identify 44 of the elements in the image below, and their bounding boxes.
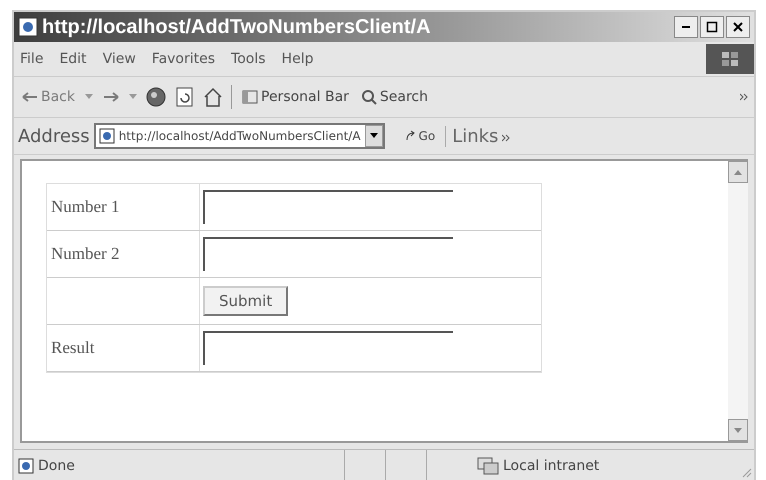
window-title: http://localhost/AddTwoNumbersClient/A <box>42 16 432 38</box>
maximize-button[interactable] <box>700 16 724 38</box>
dropdown-button[interactable] <box>364 125 383 147</box>
menu-item[interactable]: View <box>102 51 136 67</box>
page-icon <box>98 128 115 144</box>
personal-bar-button[interactable]: Personal Bar <box>240 89 351 105</box>
scroll-up-icon[interactable] <box>734 170 742 174</box>
field-label: Result <box>47 325 200 371</box>
go-arrow-icon <box>404 130 417 142</box>
refresh-icon[interactable] <box>175 86 195 108</box>
field-label: Number 1 <box>47 184 200 230</box>
close-button[interactable] <box>726 16 750 38</box>
links-button[interactable]: Links <box>445 126 498 146</box>
scroll-down-icon[interactable] <box>734 428 742 432</box>
stop-icon[interactable] <box>145 86 167 108</box>
zone-text: Local intranet <box>503 458 600 474</box>
minimize-icon <box>682 26 690 28</box>
minimize-button[interactable] <box>674 16 698 38</box>
home-icon[interactable] <box>203 86 223 108</box>
menu-item[interactable]: Edit <box>59 51 87 67</box>
caret-icon <box>370 133 378 139</box>
intranet-icon <box>477 457 499 475</box>
back-arrow-icon <box>22 91 38 103</box>
scrollbar[interactable] <box>728 161 748 441</box>
forward-arrow-icon <box>103 91 119 103</box>
search-icon <box>360 89 377 105</box>
go-button[interactable]: Go <box>398 128 442 144</box>
menu-item[interactable]: File <box>20 51 44 67</box>
maximize-icon <box>706 21 718 33</box>
field-label: Number 2 <box>47 231 200 277</box>
page-icon <box>18 17 38 37</box>
panel-icon <box>242 90 258 104</box>
menu-item[interactable]: Tools <box>231 51 266 67</box>
submit-button[interactable]: Submit <box>203 286 288 316</box>
page-icon <box>18 458 34 474</box>
address-field[interactable]: http://localhost/AddTwoNumbersClient/A <box>94 123 385 149</box>
windows-flag-icon <box>720 50 740 68</box>
close-icon <box>732 21 744 33</box>
status-text: Done <box>38 458 75 474</box>
search-button[interactable]: Search <box>358 89 430 105</box>
address-label: Address <box>18 126 90 146</box>
resize-grip-icon <box>740 466 752 480</box>
menu-item[interactable]: Favorites <box>152 51 216 67</box>
menu-item[interactable]: Help <box>282 51 314 67</box>
